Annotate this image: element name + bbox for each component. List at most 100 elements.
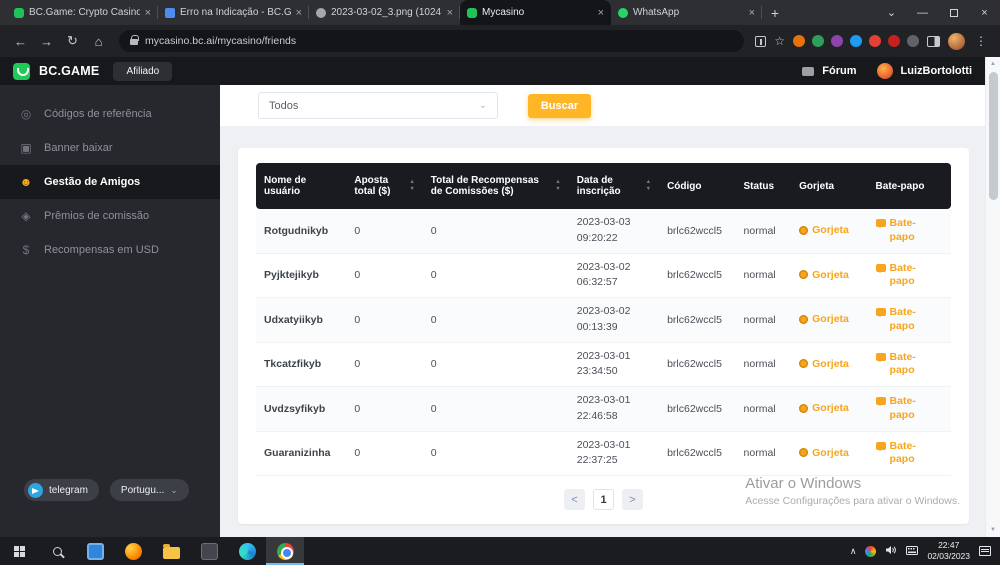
tip-link[interactable]: Gorjeta	[799, 224, 849, 236]
scroll-down-icon[interactable]: ▼	[986, 523, 1000, 537]
side-panel-icon[interactable]	[927, 36, 940, 47]
firefox-icon	[125, 543, 142, 560]
table-row: Tkcatzfikyb002023-03-0123:34:50brlc62wcc…	[256, 342, 951, 387]
sidebar-item-banner-baixar[interactable]: ▣Banner baixar	[0, 131, 220, 165]
forum-chat-icon[interactable]	[802, 67, 814, 76]
taskbar-search-button[interactable]	[38, 537, 76, 565]
sort-icons[interactable]: ▲▼	[409, 180, 414, 192]
browser-profile-avatar[interactable]	[948, 33, 965, 50]
tab-close-icon[interactable]: ×	[749, 7, 755, 19]
tab-close-icon[interactable]: ×	[145, 7, 151, 19]
chat-link[interactable]: Bate-papo	[876, 262, 924, 289]
cell-status: normal	[736, 342, 792, 387]
tab-search-button[interactable]: ⌄	[876, 0, 907, 25]
action-center-icon[interactable]	[979, 546, 991, 556]
tab-strip: BC.Game: Crypto Casino Gam×Erro na Indic…	[7, 0, 762, 25]
extension-icon[interactable]	[793, 35, 805, 47]
taskbar-app-firefox[interactable]	[114, 537, 152, 565]
user-avatar[interactable]	[877, 63, 893, 79]
chat-link[interactable]: Bate-papo	[876, 395, 924, 422]
forum-link[interactable]: Fórum	[822, 65, 856, 77]
browser-tab[interactable]: Mycasino×	[460, 0, 611, 25]
bookmark-star-icon[interactable]: ☆	[774, 34, 785, 48]
start-button[interactable]	[0, 537, 38, 565]
tray-app-icon[interactable]	[865, 546, 876, 557]
cell-username: Pyjktejikyb	[256, 253, 346, 298]
extension-icon[interactable]	[850, 35, 862, 47]
scroll-up-icon[interactable]: ▲	[986, 57, 1000, 71]
browser-tab[interactable]: WhatsApp×	[611, 0, 762, 25]
browser-tab[interactable]: BC.Game: Crypto Casino Gam×	[7, 0, 158, 25]
telegram-button[interactable]: telegram	[24, 479, 99, 501]
share-icon[interactable]	[755, 36, 766, 47]
chat-link[interactable]: Bate-papo	[876, 217, 924, 244]
buscar-button[interactable]: Buscar	[528, 94, 591, 118]
taskbar-chrome[interactable]	[266, 537, 304, 565]
reload-button[interactable]: ↻	[61, 30, 84, 53]
extension-icon[interactable]	[831, 35, 843, 47]
friends-table: Nome de usuárioAposta total ($)▲▼Total d…	[256, 163, 951, 476]
tip-link[interactable]: Gorjeta	[799, 269, 849, 281]
browser-menu-icon[interactable]: ⋮	[973, 34, 989, 48]
maximize-button[interactable]	[938, 0, 969, 25]
column-header: Bate-papo	[868, 163, 951, 209]
sidebar-item-codigos-de-referencia[interactable]: ◎Códigos de referência	[0, 97, 220, 131]
url-text[interactable]: mycasino.bc.ai/mycasino/friends	[145, 35, 296, 47]
sidebar-item-gestao-de-amigos[interactable]: ☻Gestão de Amigos	[0, 165, 220, 199]
browser-tab[interactable]: Erro na Indicação - BC.Game×	[158, 0, 309, 25]
prev-page-button[interactable]: <	[564, 489, 585, 510]
volume-icon[interactable]	[885, 542, 897, 560]
sort-icons[interactable]: ▲▼	[555, 180, 560, 192]
sidebar-item-premios-de-comissao[interactable]: ◈Prêmios de comissão	[0, 199, 220, 233]
sidebar-item-recompensas-em-usd[interactable]: $Recompensas em USD	[0, 233, 220, 267]
hidden-icons-chevron[interactable]: ∧	[850, 546, 857, 557]
bcgame-logo-icon[interactable]	[13, 63, 30, 80]
column-header[interactable]: Data de inscrição▲▼	[569, 163, 659, 209]
close-button[interactable]: ×	[969, 0, 1000, 25]
scrollbar-thumb[interactable]	[989, 72, 998, 200]
column-header[interactable]: Total de Recompensas de Comissões ($)▲▼	[423, 163, 569, 209]
extension-icon[interactable]	[812, 35, 824, 47]
taskbar-app-blue[interactable]	[76, 537, 114, 565]
site-logo-text[interactable]: BC.GAME	[39, 64, 99, 78]
filter-type-select[interactable]: Todos ⌄	[258, 92, 498, 119]
taskbar-file-explorer[interactable]	[152, 537, 190, 565]
sort-icons[interactable]: ▲▼	[646, 180, 651, 192]
cell-code: brlc62wccl5	[659, 431, 735, 476]
keyboard-icon[interactable]	[906, 542, 918, 560]
minimize-button[interactable]: —	[907, 0, 938, 25]
lock-icon[interactable]	[130, 39, 138, 45]
tab-close-icon[interactable]: ×	[598, 7, 604, 19]
chat-link[interactable]: Bate-papo	[876, 306, 924, 333]
taskbar-clock[interactable]: 22:47 02/03/2023	[927, 540, 970, 562]
home-button[interactable]: ⌂	[87, 30, 110, 53]
tip-link[interactable]: Gorjeta	[799, 402, 849, 414]
tip-link[interactable]: Gorjeta	[799, 447, 849, 459]
browser-tab[interactable]: 2023-03-02_3.png (1024×76×	[309, 0, 460, 25]
column-header-inner: Bate-papo	[876, 181, 943, 192]
afiliado-tab[interactable]: Afiliado	[113, 62, 172, 81]
coin-icon	[799, 359, 808, 368]
taskbar-app-swirl[interactable]	[228, 537, 266, 565]
address-bar[interactable]: mycasino.bc.ai/mycasino/friends	[119, 30, 744, 52]
page-scrollbar[interactable]: ▲ ▼	[985, 57, 1000, 537]
tab-close-icon[interactable]: ×	[447, 7, 453, 19]
taskbar-app-dark[interactable]	[190, 537, 228, 565]
extension-icon[interactable]	[907, 35, 919, 47]
chat-link[interactable]: Bate-papo	[876, 351, 924, 378]
sidebar-item-label: Banner baixar	[44, 142, 113, 154]
forward-button[interactable]: →	[35, 30, 58, 53]
back-button[interactable]: ←	[9, 30, 32, 53]
current-page-button[interactable]: 1	[593, 489, 614, 510]
new-tab-button[interactable]: +	[762, 0, 788, 25]
extension-icon[interactable]	[869, 35, 881, 47]
column-header[interactable]: Aposta total ($)▲▼	[346, 163, 422, 209]
tip-link[interactable]: Gorjeta	[799, 313, 849, 325]
next-page-button[interactable]: >	[622, 489, 643, 510]
language-selector[interactable]: Portugu... ⌄	[110, 479, 189, 501]
tip-link[interactable]: Gorjeta	[799, 358, 849, 370]
extension-icon[interactable]	[888, 35, 900, 47]
username-label[interactable]: LuizBortolotti	[901, 65, 972, 77]
tab-close-icon[interactable]: ×	[296, 7, 302, 19]
chat-link[interactable]: Bate-papo	[876, 440, 924, 467]
